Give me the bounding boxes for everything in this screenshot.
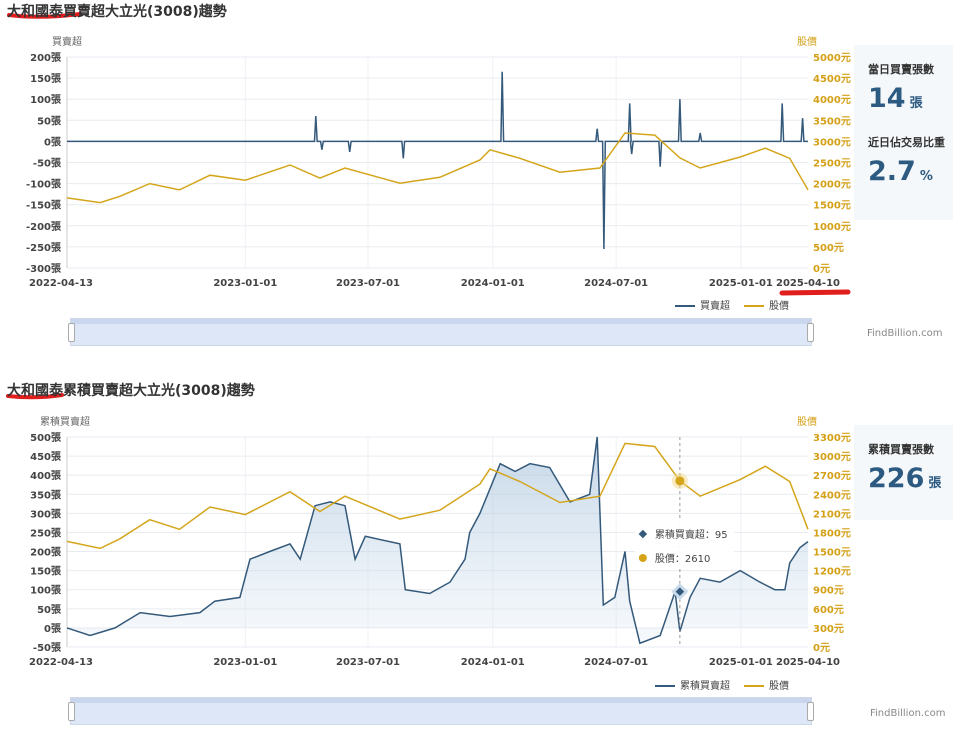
slider-handle-right[interactable] [807,323,814,342]
y-tick-label: -150張 [26,200,62,212]
slider-handle-right[interactable] [807,702,814,721]
y2-tick-label: 1500元 [813,200,851,212]
y-tick-label: 50張 [37,115,62,127]
chart1-zoom-slider[interactable] [68,318,814,346]
series-line-買賣超 [67,71,808,250]
y2-tick-label: 4500元 [813,73,851,85]
x-tick-label: 2024-07-01 [584,278,648,289]
y-tick-label: 300張 [30,508,62,520]
x-tick-label: 2025-04-10 [776,657,840,668]
red-underline-annotation [779,289,851,296]
y-tick-label: 400張 [30,470,62,482]
tooltip-cumulative-text: 累積買賣超：95 [655,528,728,541]
price-point-marker [675,476,685,486]
y-tick-label: -250張 [26,242,62,254]
x-tick-label: 2025-01-01 [709,278,773,289]
y2-tick-label: 1000元 [813,221,851,233]
chart2-right-axis-name: 股價 [797,417,817,428]
legend-item-buysell[interactable]: 買賣超 [675,297,730,312]
chart2-zoom-slider[interactable] [68,697,814,725]
y-tick-label: 500張 [30,432,62,444]
cumulative-stats-card: 累積買賣張數 226 張 [854,425,953,520]
tooltip-dot-icon [638,554,647,562]
x-tick-label: 2022-04-13 [29,657,93,668]
x-tick-label: 2025-04-10 [776,278,840,289]
y2-tick-label: 300元 [813,623,844,635]
y-tick-label: 100張 [30,94,62,106]
y2-tick-label: 3000元 [813,136,851,148]
legend-item-price[interactable]: 股價 [744,297,789,312]
y2-tick-label: 0元 [813,642,830,654]
y2-tick-label: 1200元 [813,566,851,578]
chart2-title: 大和國泰累積買賣超大立光(3008)趨勢 [7,383,255,399]
chart2-left-axis-name: 累積買賣超 [40,417,90,428]
x-tick-label: 2024-01-01 [461,657,525,668]
slider-handle-left[interactable] [68,323,75,342]
daily-volume-unit: 張 [909,96,923,111]
brand-watermark: FindBillion.com [870,708,946,719]
y-tick-label: 200張 [30,547,62,559]
y2-tick-label: 3000元 [813,451,851,463]
legend-item-price[interactable]: 股價 [744,677,789,692]
y-tick-label: 350張 [30,489,62,501]
brand-watermark: FindBillion.com [867,328,943,339]
y-tick-label: 0張 [44,136,62,148]
y2-tick-label: 2500元 [813,158,851,170]
y2-tick-label: 1800元 [813,527,851,539]
trade-ratio-value: 2.7 [868,156,916,187]
y2-tick-label: 500元 [813,242,844,254]
charts-canvas: -300張 -250張 -200張 -150張 -100張 -50張 0張 50張 100張 15… [6,12,851,668]
y-tick-label: 50張 [37,604,62,616]
cumulative-volume-unit: 張 [928,476,942,491]
y-tick-label: -100張 [26,179,62,191]
y-tick-label: 100張 [30,585,62,597]
y2-tick-label: 5000元 [813,52,851,64]
cumulative-volume-label: 累積買賣張數 [868,443,934,456]
x-tick-label: 2024-01-01 [461,278,525,289]
x-tick-label: 2023-01-01 [213,278,277,289]
y2-tick-label: 2100元 [813,508,851,520]
y2-tick-label: 0元 [813,263,830,275]
y-tick-label: 250張 [30,527,62,539]
y2-tick-label: 2700元 [813,470,851,482]
y2-tick-label: 3300元 [813,432,851,444]
y-tick-label: 450張 [30,451,62,463]
tooltip-price-text: 股價：2610 [655,552,710,565]
slider-handle-left[interactable] [68,702,75,721]
y-tick-label: -200張 [26,221,62,233]
x-tick-label: 2023-07-01 [336,657,400,668]
y-tick-label: -50張 [33,642,62,654]
y-tick-label: 150張 [30,73,62,85]
x-tick-label: 2024-07-01 [584,657,648,668]
chart1-legend[interactable]: 買賣超 股價 [675,297,789,312]
x-tick-label: 2023-07-01 [336,278,400,289]
cumulative-volume-value: 226 [868,463,925,494]
x-tick-label: 2022-04-13 [29,278,93,289]
y2-tick-label: 1500元 [813,547,851,559]
y2-tick-label: 3500元 [813,115,851,127]
y-tick-label: 200張 [30,52,62,64]
y2-tick-label: 600元 [813,604,844,616]
y-tick-label: 0張 [44,623,62,635]
daily-volume-label: 當日買賣張數 [868,63,934,76]
y-tick-label: 150張 [30,566,62,578]
y2-tick-label: 2400元 [813,489,851,501]
series-line-股價 [66,132,809,204]
daily-volume-value: 14 [868,83,906,114]
chart1-right-axis-name: 股價 [797,37,817,48]
y2-tick-label: 900元 [813,585,844,597]
y-tick-label: -300張 [26,263,62,275]
y2-tick-label: 2000元 [813,179,851,191]
chart1-title: 大和國泰買賣超大立光(3008)趨勢 [7,4,227,20]
y-tick-label: -50張 [33,158,62,170]
y2-tick-label: 4000元 [813,94,851,106]
chart2-legend[interactable]: 累積買賣超 股價 [655,677,789,692]
chart1-left-axis-name: 買賣超 [52,37,82,48]
legend-item-cumulative[interactable]: 累積買賣超 [655,677,730,692]
x-tick-label: 2023-01-01 [213,657,277,668]
daily-stats-card: 當日買賣張數 14 張 近日佔交易比重 2.7% [854,45,953,220]
trade-ratio-unit: % [919,169,933,184]
trade-ratio-label: 近日佔交易比重 [868,136,945,149]
x-tick-label: 2025-01-01 [709,657,773,668]
